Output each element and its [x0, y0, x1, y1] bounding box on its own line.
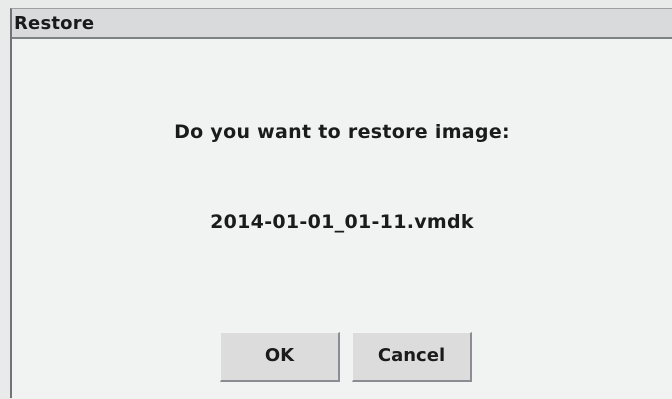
restore-question: Do you want to restore image:: [174, 121, 510, 143]
image-filename: 2014-01-01_01-11.vmdk: [210, 211, 474, 233]
ok-button[interactable]: OK: [220, 332, 340, 382]
cancel-button[interactable]: Cancel: [352, 332, 472, 382]
dialog-content: Do you want to restore image: 2014-01-01…: [12, 39, 672, 399]
dialog-title: Restore: [14, 13, 95, 34]
restore-dialog: Restore Do you want to restore image: 20…: [10, 8, 672, 399]
dialog-titlebar[interactable]: Restore: [12, 9, 672, 39]
